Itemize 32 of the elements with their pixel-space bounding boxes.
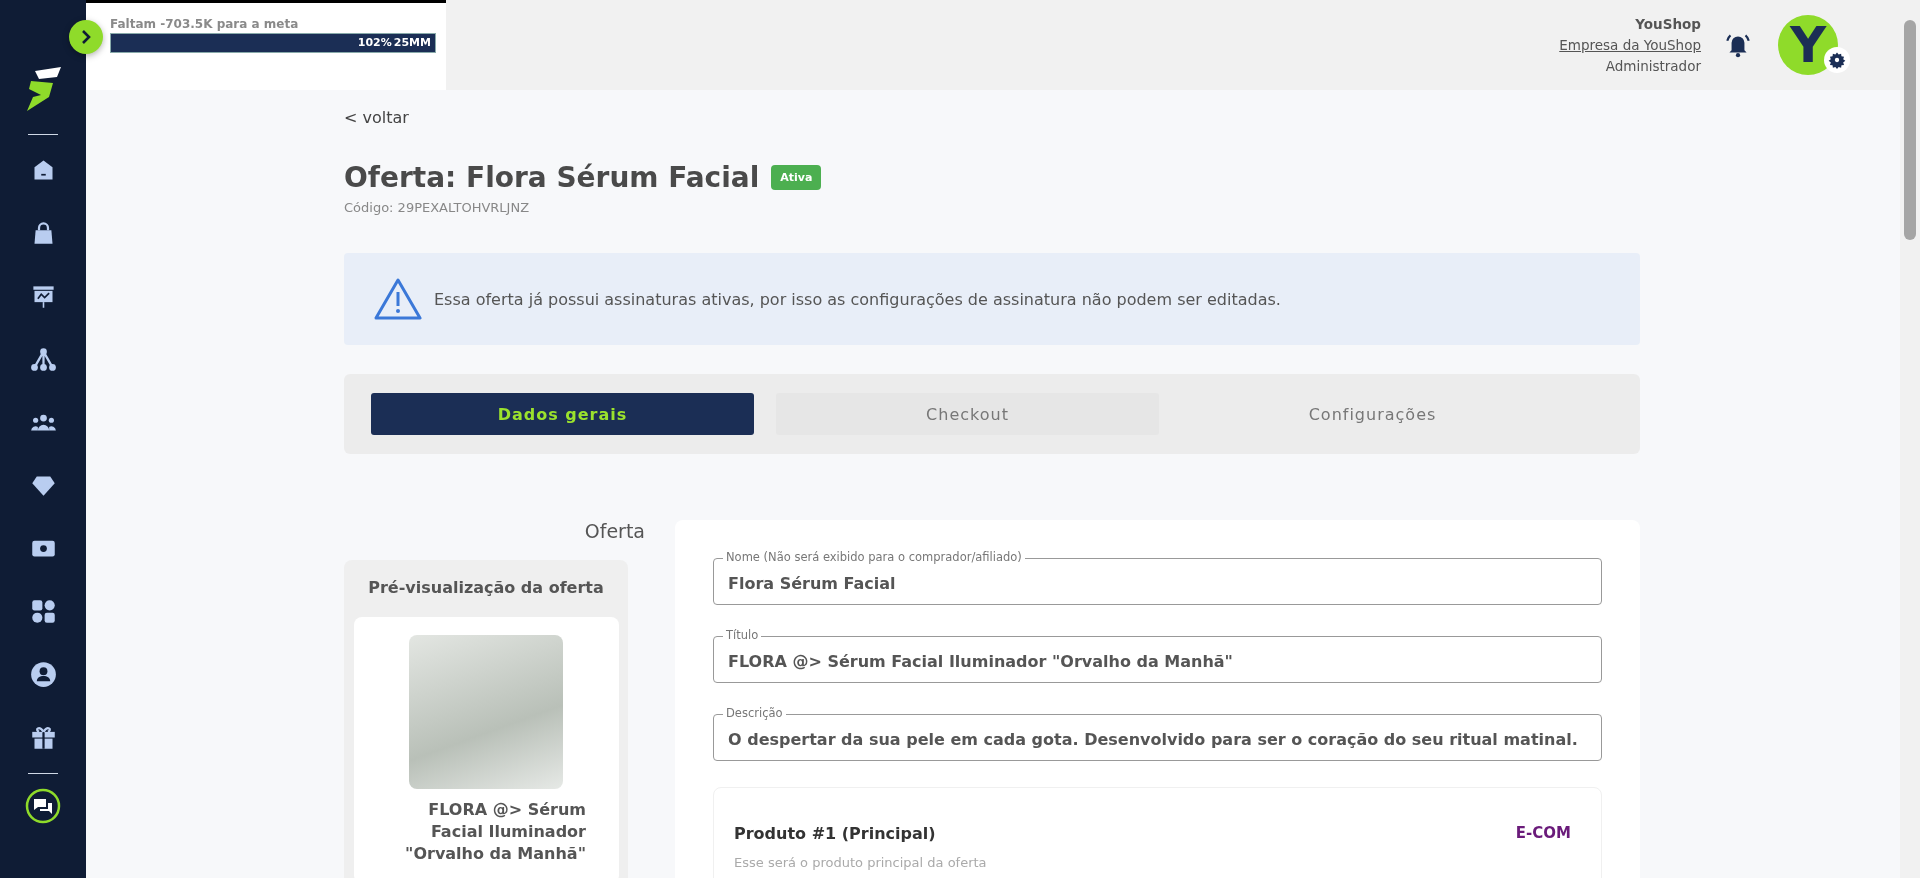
preview-title: Pré-visualização da oferta (368, 578, 604, 597)
status-badge: Ativa (771, 165, 822, 190)
goal-percent: 102% (357, 35, 392, 51)
ecom-logo: E-COM (1515, 824, 1571, 842)
user-role: Administrador (1605, 56, 1701, 76)
product-subtitle: Esse será o produto principal da oferta (734, 855, 987, 870)
field-label: Nome (Não será exibido para o comprador/afiliado) (723, 550, 1025, 564)
back-link[interactable]: < voltar (344, 108, 409, 127)
tab[interactable]: Dados gerais (371, 393, 754, 435)
warning-icon (374, 277, 422, 321)
section-title: Oferta (583, 520, 645, 542)
alert-text: Essa oferta já possui assinaturas ativas, por isso as configurações de assinatura não podem ser editadas. (434, 289, 1281, 309)
offer-code: Código: 29PEXALTOHVRLJNZ (344, 200, 531, 215)
scrollbar[interactable] (1900, 0, 1920, 878)
chevron-right-icon[interactable] (68, 19, 104, 55)
apps-grid-icon[interactable] (29, 598, 57, 625)
network-icon[interactable] (29, 346, 57, 373)
field-label: Título (723, 628, 762, 642)
product-title: Produto #1 (Principal) (734, 824, 937, 843)
chat-icon[interactable] (25, 788, 61, 824)
company-link[interactable]: Empresa da YouShop (1559, 34, 1701, 56)
gift-icon[interactable] (29, 724, 57, 751)
tab[interactable]: Checkout (776, 393, 1159, 435)
user-name: YouShop (1635, 14, 1701, 34)
goal-text: Faltam -703.5K para a meta (110, 17, 300, 31)
tab[interactable]: Configurações (1181, 393, 1564, 435)
user-circle-icon[interactable] (29, 661, 57, 688)
avatar[interactable]: Y (1778, 15, 1838, 75)
field-label: Descrição (723, 706, 786, 720)
goal-target: 25MM (393, 35, 431, 51)
page-title: Oferta: Flora Sérum Facial (344, 161, 760, 194)
product-name: FLORA @> Sérum Facial Iluminador "Orvalho da Manhã" (404, 799, 586, 865)
